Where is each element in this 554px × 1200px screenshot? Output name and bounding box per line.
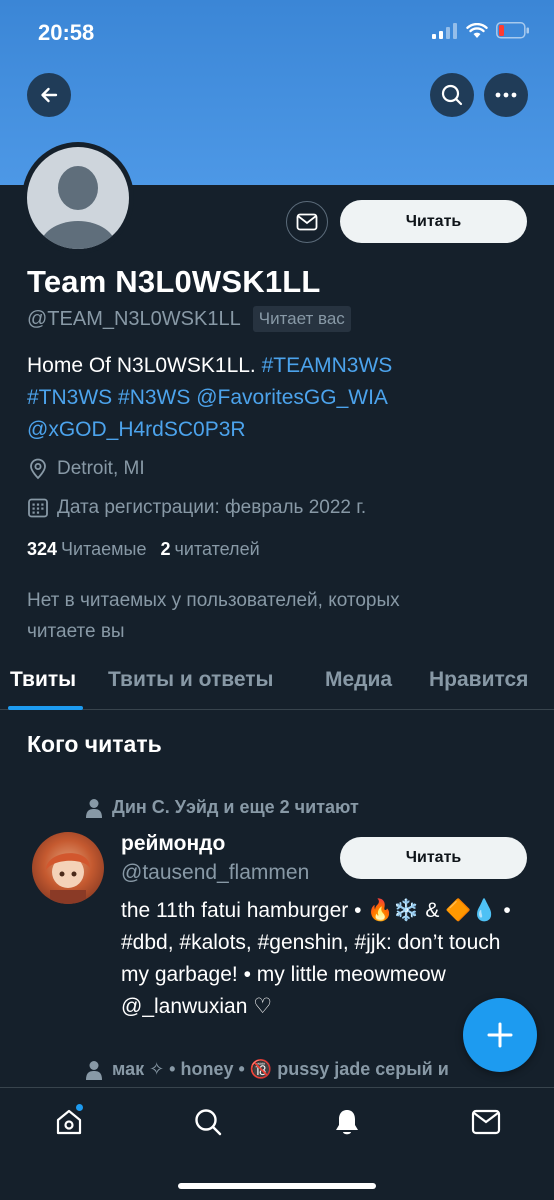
more-icon — [495, 92, 517, 98]
mail-icon — [296, 213, 318, 231]
tab-likes[interactable]: Нравится — [429, 668, 528, 692]
nav-messages[interactable] — [470, 1106, 502, 1138]
status-bar: 20:58 — [0, 0, 554, 66]
message-button[interactable] — [286, 201, 328, 243]
battery-icon — [496, 22, 529, 39]
bio-hashtag[interactable]: #TN3WS — [27, 386, 112, 409]
person-icon — [86, 798, 102, 818]
reco-bio: the 11th fatui hamburger • 🔥❄️ & 🔶💧 • #d… — [121, 899, 511, 1018]
status-time: 20:58 — [38, 20, 95, 45]
back-button[interactable] — [27, 73, 71, 117]
reco-context-text: мак ✧ • honey • 🔞 pussy jade серый и — [112, 1059, 449, 1079]
reco-context-text: Дин С. Уэйд и еще 2 читают — [112, 797, 359, 817]
location-icon — [30, 458, 46, 480]
reco-context: Дин С. Уэйд и еще 2 читают — [84, 797, 359, 818]
reco-context: мак ✧ • honey • 🔞 pussy jade серый и — [84, 1059, 449, 1080]
status-icons — [432, 22, 530, 39]
bio-mention[interactable]: @xGOD_H4rdSC0P3R — [27, 418, 246, 441]
home-indicator — [178, 1183, 376, 1189]
search-button[interactable] — [430, 73, 474, 117]
notifications-icon — [336, 1110, 358, 1135]
tab-tweets-and-replies[interactable]: Твиты и ответы — [108, 668, 274, 692]
reco-handle: @tausend_flammen — [121, 861, 310, 884]
bio-text: Home Of N3L0WSK1LL. — [27, 354, 262, 377]
followers-count: 2 — [160, 539, 171, 559]
profile-name: Team N3L0WSK1LL — [27, 264, 321, 299]
nav-home[interactable] — [53, 1104, 85, 1138]
reco-name[interactable]: реймондо — [121, 832, 225, 856]
compose-tweet-button[interactable] — [463, 998, 537, 1072]
bio-mention[interactable]: @FavoritesGG_WIA — [196, 386, 387, 409]
signal-icon — [432, 22, 457, 39]
who-to-follow-title: Кого читать — [27, 731, 162, 757]
active-tab-indicator — [8, 706, 83, 710]
followers-label: читателей — [174, 539, 260, 559]
profile-bio: Home Of N3L0WSK1LL. #TEAMN3WS #TN3WS #N3… — [27, 350, 457, 446]
mail-icon — [471, 1109, 501, 1135]
search-icon — [441, 84, 463, 106]
location-text: Detroit, MI — [57, 458, 145, 479]
wifi-icon — [466, 22, 488, 38]
no-common-followers: Нет в читаемых у пользователей, которых … — [27, 590, 400, 642]
reco-avatar[interactable] — [32, 832, 104, 904]
follow-stats: 324 Читаемые 2 читателей — [27, 539, 260, 560]
following-label: Читаемые — [61, 539, 147, 559]
joined-text: Дата регистрации: февраль 2022 г. — [57, 497, 367, 518]
back-arrow-icon — [41, 87, 58, 103]
tab-media[interactable]: Медиа — [325, 668, 392, 692]
nav-notifications[interactable] — [331, 1106, 363, 1138]
profile-avatar[interactable] — [22, 142, 134, 254]
home-notification-dot — [76, 1104, 83, 1111]
reco-follow-button[interactable]: Читать — [340, 837, 527, 879]
joined-row: Дата регистрации: февраль 2022 г. — [27, 497, 366, 519]
default-avatar-icon — [27, 147, 129, 249]
profile-handle: @TEAM_N3L0WSK1LL — [27, 307, 241, 330]
bio-hashtag[interactable]: #TEAMN3WS — [262, 354, 393, 377]
follows-you-badge: Читает вас — [252, 306, 351, 332]
plus-icon — [487, 1022, 513, 1048]
calendar-icon — [28, 498, 48, 518]
more-button[interactable] — [484, 73, 528, 117]
nav-search[interactable] — [192, 1106, 224, 1138]
profile-tabs: Твиты Твиты и ответы Медиа Нравится — [0, 656, 554, 710]
search-icon — [195, 1109, 222, 1136]
home-icon — [56, 1109, 82, 1135]
followers-stat[interactable]: 2 читателей — [161, 539, 260, 560]
location-row: Detroit, MI — [27, 458, 145, 480]
follow-button[interactable]: Читать — [340, 200, 527, 243]
person-icon — [86, 1060, 102, 1080]
following-count: 324 — [27, 539, 58, 559]
tab-tweets[interactable]: Твиты — [10, 668, 76, 692]
following-stat[interactable]: 324 Читаемые — [27, 539, 147, 560]
handle-row: @TEAM_N3L0WSK1LL Читает вас — [27, 306, 351, 332]
bio-hashtag[interactable]: #N3WS — [118, 386, 190, 409]
